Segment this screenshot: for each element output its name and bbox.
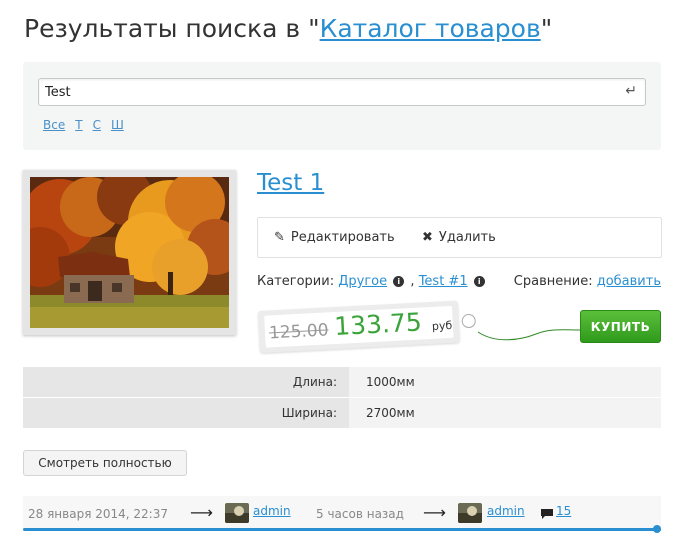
spec-name: Длина: — [23, 367, 349, 397]
delete-button[interactable]: ✖ Удалить — [422, 218, 496, 257]
comment-icon — [541, 509, 553, 519]
spec-name: Ширина: — [23, 398, 349, 428]
updated-date: 5 часов назад — [316, 507, 404, 521]
product-title: Test 1 — [257, 170, 324, 196]
spec-value: 2700мм — [349, 398, 661, 428]
table-row: Ширина: 2700мм — [23, 398, 661, 429]
info-icon[interactable]: i — [393, 276, 405, 287]
buy-button[interactable]: КУПИТЬ — [580, 310, 661, 343]
search-panel: ↵ Все Т С Ш — [23, 62, 661, 150]
compare: Сравнение: добавить — [514, 274, 661, 289]
letter-filter-sh[interactable]: Ш — [111, 118, 124, 132]
return-icon[interactable]: ↵ — [625, 83, 637, 99]
arrow-icon: ⟶ — [190, 503, 213, 522]
table-row: Длина: 1000мм — [23, 367, 661, 398]
price-tag-hole — [461, 313, 477, 329]
edit-label: Редактировать — [290, 230, 395, 245]
created-date: 28 января 2014, 22:37 — [28, 507, 168, 521]
product-title-link[interactable]: Test 1 — [257, 170, 324, 196]
category-link-other[interactable]: Другое — [338, 274, 387, 289]
price: 133.75 — [333, 307, 423, 342]
compare-label: Сравнение: — [513, 274, 593, 289]
edit-button[interactable]: ✎ Редактировать — [274, 218, 395, 257]
old-price: 125.00 — [268, 320, 330, 344]
info-icon[interactable]: i — [473, 276, 485, 287]
product-image[interactable] — [23, 170, 236, 335]
price-tag-inner: 125.00 133.75 руб — [264, 305, 454, 348]
letter-filter-s[interactable]: С — [93, 118, 101, 132]
close-icon: ✖ — [422, 230, 433, 245]
catalog-link[interactable]: Каталог товаров — [320, 14, 541, 43]
category-link-test1[interactable]: Test #1 — [419, 274, 468, 289]
edit-icon: ✎ — [274, 230, 285, 245]
updated-by-link[interactable]: admin — [487, 504, 525, 518]
arrow-icon: ⟶ — [423, 503, 446, 522]
categories-label: Категории: — [257, 274, 335, 289]
letter-filter-t[interactable]: Т — [75, 118, 82, 132]
price-tag-body: 125.00 133.75 руб — [257, 300, 460, 353]
spec-value: 1000мм — [349, 367, 661, 397]
view-full-button[interactable]: Смотреть полностью — [23, 450, 187, 476]
search-box: ↵ — [38, 78, 646, 106]
delete-label: Удалить — [438, 230, 496, 245]
admin-toolbar: ✎ Редактировать ✖ Удалить — [257, 217, 662, 258]
title-suffix: " — [540, 14, 553, 43]
search-input[interactable] — [45, 79, 615, 105]
letter-filter-all[interactable]: Все — [43, 118, 65, 132]
footer-divider-dot — [653, 525, 661, 533]
compare-add-link[interactable]: добавить — [597, 274, 661, 289]
title-prefix: Результаты поиска в " — [24, 14, 320, 43]
created-by-link[interactable]: admin — [253, 504, 291, 518]
letter-filter: Все Т С Ш — [43, 118, 124, 132]
footer-divider — [23, 528, 661, 531]
avatar[interactable] — [458, 503, 482, 523]
categories: Категории: Другое i , Test #1 i — [257, 274, 487, 289]
currency: руб — [431, 318, 453, 333]
autumn-cabin-photo — [30, 177, 229, 328]
avatar[interactable] — [225, 503, 249, 523]
page-title: Результаты поиска в "Каталог товаров" — [24, 14, 552, 43]
category-separator: , — [410, 274, 415, 289]
comments-count-link[interactable]: 15 — [556, 504, 571, 518]
price-tag-string — [477, 329, 583, 341]
specs-table: Длина: 1000мм Ширина: 2700мм — [23, 367, 661, 429]
price-tag: 125.00 133.75 руб — [257, 300, 477, 353]
